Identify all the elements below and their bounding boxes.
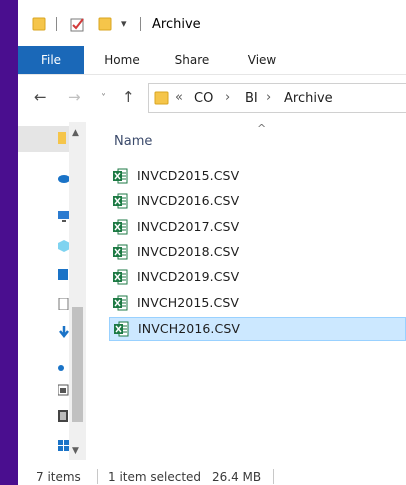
customize-quick-access-icon[interactable]: ▾ [121,17,127,30]
item-count: 7 items [36,470,81,484]
file-row[interactable]: INVCD2015.CSV [109,165,406,189]
breadcrumb-co[interactable]: CO [194,91,213,106]
file-row[interactable]: INVCH2015.CSV [109,292,406,316]
status-separator [273,469,274,484]
file-name: INVCH2016.CSV [138,320,241,336]
up-arrow-icon[interactable]: ↑ [122,89,135,105]
tab-share[interactable]: Share [164,46,220,74]
file-row[interactable]: INVCD2019.CSV [109,266,406,290]
title-separator [56,17,57,31]
scroll-up-arrow-icon[interactable]: ▲ [72,128,79,138]
file-name: INVCD2015.CSV [137,168,240,183]
explorer-window: ▾ Archive File Home Share View ← → ˅ ↑ «… [18,0,406,485]
title-separator [140,17,141,31]
new-folder-icon[interactable] [98,17,112,31]
file-name: INVCD2016.CSV [137,193,240,209]
file-row[interactable]: INVCD2018.CSV [109,241,406,265]
status-separator [97,469,98,484]
folder-icon[interactable] [32,17,46,31]
recent-locations-chevron-icon[interactable]: ˅ [101,91,106,107]
excel-csv-icon [113,244,128,260]
address-bar[interactable]: « CO › BI › Archive [148,83,406,113]
folder-icon [154,91,169,105]
sort-ascending-icon: ^ [257,122,267,135]
file-name: INVCD2017.CSV [137,218,240,234]
breadcrumb-archive[interactable]: Archive [284,91,333,106]
window-title: Archive [152,17,201,32]
breadcrumb-bi[interactable]: BI [245,91,258,106]
properties-icon[interactable] [70,17,86,32]
excel-csv-icon [113,168,128,184]
excel-csv-icon [113,269,128,285]
excel-csv-icon [113,219,128,235]
breadcrumb-separator: › [225,90,231,105]
excel-csv-icon [113,295,128,310]
quick-access-folder-icon[interactable] [58,132,66,144]
file-name: INVCH2015.CSV [137,294,240,310]
title-bar: ▾ Archive [18,0,406,46]
back-arrow-icon[interactable]: ← [34,89,47,105]
file-list: ^ Name INVCD2015.CSV INVCD2016.CSV INVCD20… [89,122,406,460]
breadcrumb-overflow[interactable]: « [175,90,183,105]
navigation-bar: ← → ˅ ↑ « CO › BI › Archive [18,75,406,121]
file-name: INVCD2019.CSV [137,269,240,285]
tab-file[interactable]: File [18,46,84,74]
file-name: INVCD2018.CSV [137,243,240,259]
ribbon: File Home Share View [18,46,406,75]
forward-arrow-icon[interactable]: → [68,89,81,105]
file-row[interactable]: INVCD2016.CSV [109,190,406,214]
column-header-name[interactable]: Name [114,134,152,149]
file-row[interactable]: INVCH2016.CSV [109,316,406,341]
scrollbar-thumb[interactable] [72,307,83,422]
scroll-down-arrow-icon[interactable]: ▼ [72,446,79,456]
selection-count: 1 item selected [108,470,202,484]
tab-view[interactable]: View [234,46,290,74]
status-bar: 7 items 1 item selected 26.4 MB [18,462,406,485]
selection-size: 26.4 MB [212,470,262,484]
tab-home[interactable]: Home [94,46,150,74]
breadcrumb-separator: › [266,90,272,105]
navigation-pane: ▲ ▼ [18,122,89,460]
excel-csv-icon [114,321,129,337]
file-row[interactable]: INVCD2017.CSV [109,216,406,240]
excel-csv-icon [113,193,128,209]
nav-pane-scrollbar[interactable]: ▲ ▼ [69,122,86,460]
music-icon[interactable] [58,362,64,374]
